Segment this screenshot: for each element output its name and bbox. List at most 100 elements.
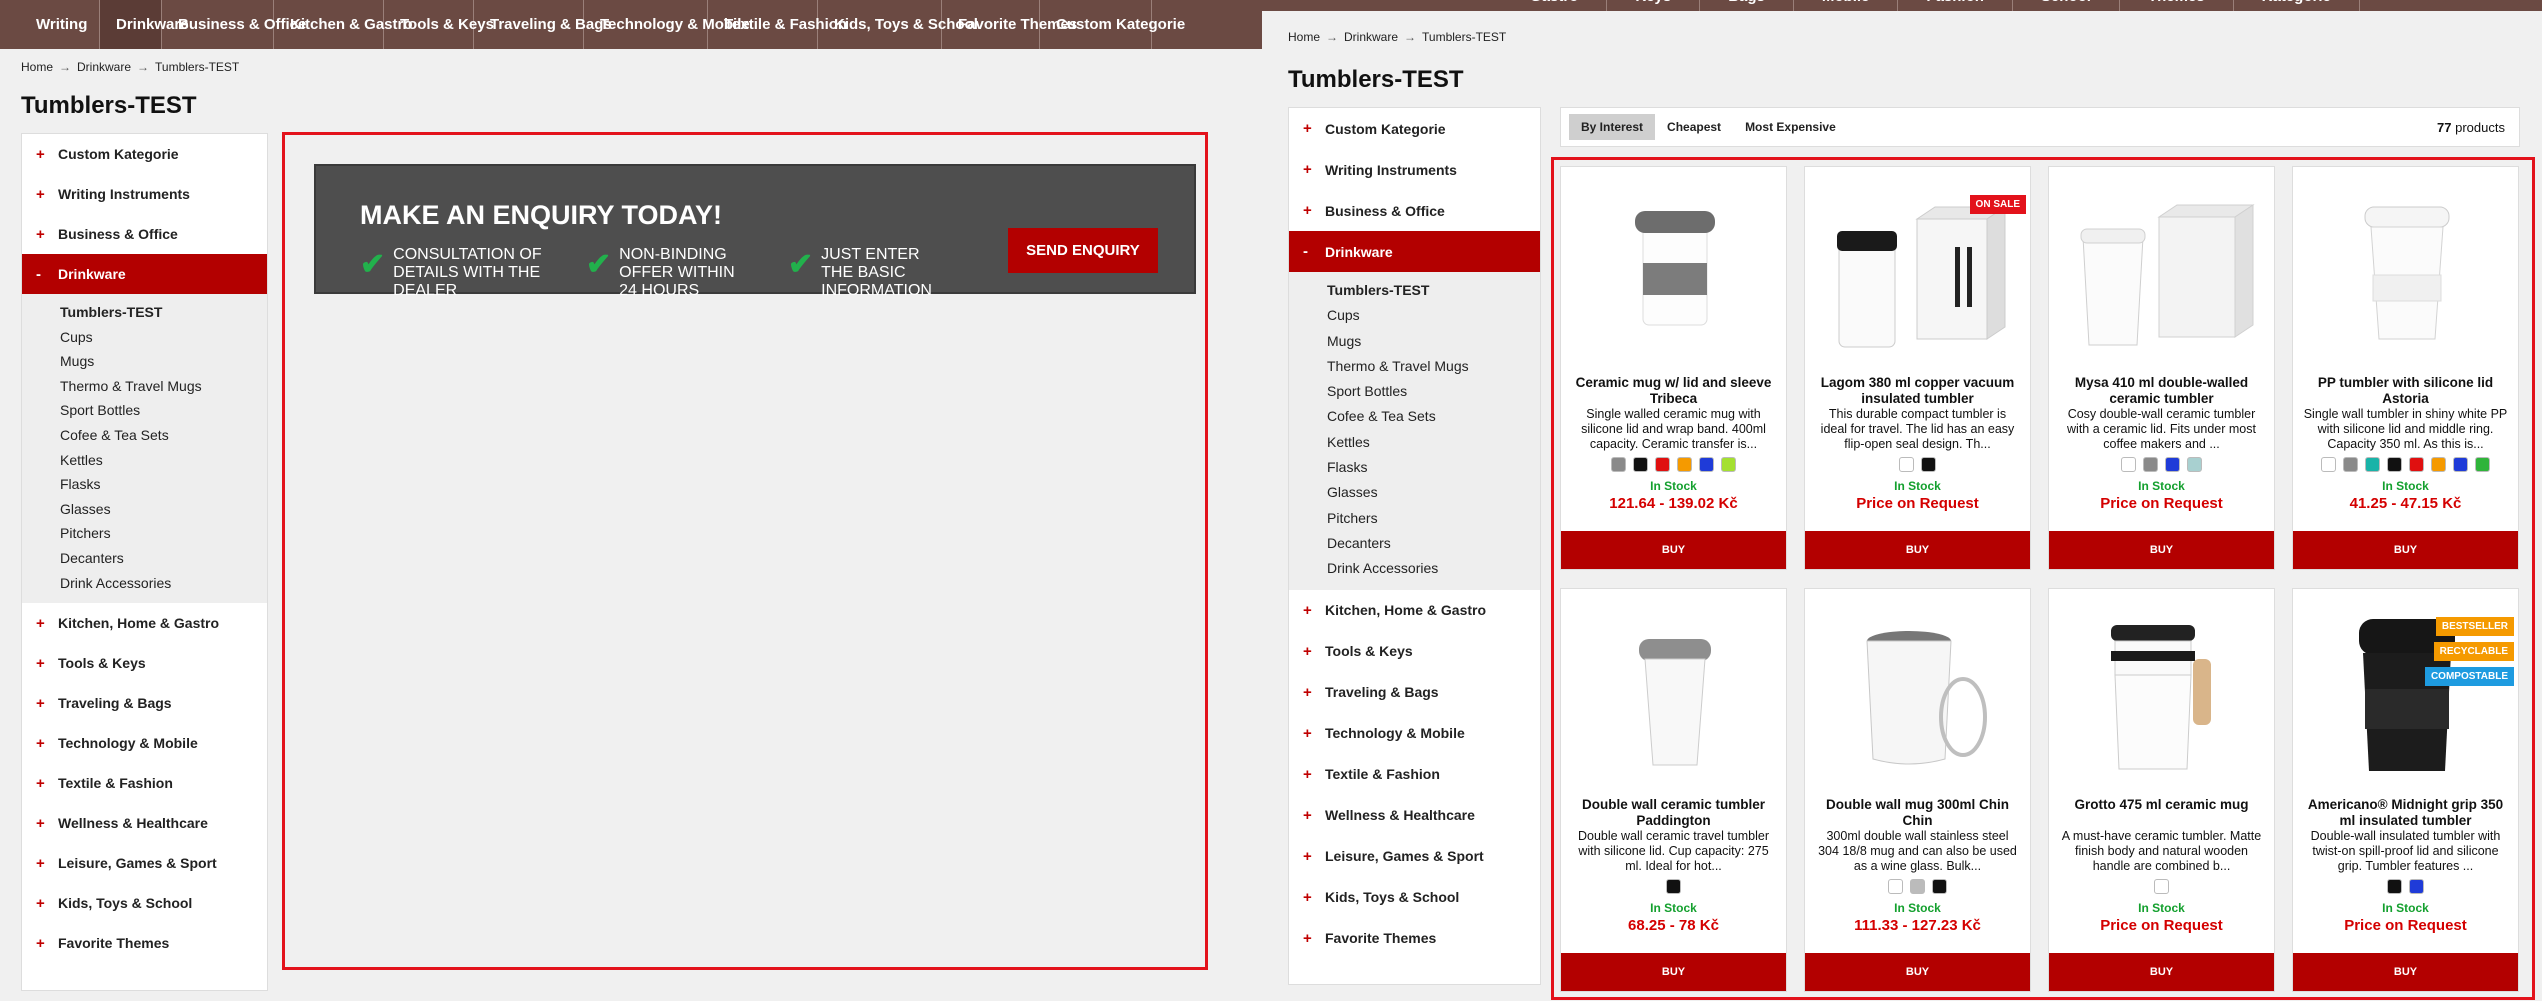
product-image[interactable]	[2049, 589, 2274, 794]
sidebar-subcategory[interactable]: Cofee & Tea Sets	[1327, 404, 1540, 429]
sort-cheapest[interactable]: Cheapest	[1655, 114, 1733, 140]
color-swatch[interactable]	[2387, 879, 2402, 894]
sidebar-category[interactable]: - Drinkware	[22, 254, 267, 294]
product-image[interactable]	[1805, 589, 2030, 794]
color-swatch[interactable]	[2387, 457, 2402, 472]
sort-most-expensive[interactable]: Most Expensive	[1733, 114, 1848, 140]
color-swatch[interactable]	[2165, 457, 2180, 472]
sidebar-category[interactable]: + Kitchen, Home & Gastro	[22, 603, 267, 643]
breadcrumb-link[interactable]: Home	[21, 60, 53, 74]
sidebar-category[interactable]: + Traveling & Bags	[22, 683, 267, 723]
nav-item[interactable]: Kategorie	[2234, 0, 2360, 11]
color-swatch[interactable]	[2154, 879, 2169, 894]
color-swatch[interactable]	[1932, 879, 1947, 894]
product-card[interactable]: Double wall ceramic tumbler Paddington Do…	[1560, 588, 1787, 992]
product-name[interactable]: Grotto 475 ml ceramic mug	[2055, 797, 2268, 813]
buy-button[interactable]: BUY	[1805, 531, 2030, 569]
color-swatch[interactable]	[1699, 457, 1714, 472]
product-card[interactable]: Ceramic mug w/ lid and sleeve Tribeca Sin…	[1560, 166, 1787, 570]
sidebar-subcategory[interactable]: Drink Accessories	[60, 571, 267, 596]
color-swatch[interactable]	[2321, 457, 2336, 472]
sidebar-category[interactable]: + Wellness & Healthcare	[1289, 795, 1540, 836]
sidebar-category[interactable]: + Writing Instruments	[1289, 149, 1540, 190]
color-swatch[interactable]	[2409, 879, 2424, 894]
nav-item[interactable]: Custom Kategorie	[1040, 0, 1185, 49]
breadcrumb-link[interactable]: Drinkware	[77, 60, 131, 74]
buy-button[interactable]: BUY	[1561, 953, 1786, 991]
sidebar-subcategory[interactable]: Tumblers-TEST	[1327, 278, 1540, 303]
sort-by-interest[interactable]: By Interest	[1569, 114, 1656, 140]
buy-button[interactable]: BUY	[2293, 953, 2518, 991]
product-card[interactable]: BESTSELLER RECYCLABLE COMPOSTABLE Americano…	[2292, 588, 2519, 992]
color-swatch[interactable]	[2343, 457, 2358, 472]
nav-item[interactable]: Kids, Toys & School	[818, 0, 978, 49]
product-name[interactable]: Double wall mug 300ml Chin Chin	[1811, 797, 2024, 829]
sidebar-category[interactable]: + Tools & Keys	[1289, 631, 1540, 672]
color-swatch[interactable]	[1666, 879, 1681, 894]
sidebar-subcategory[interactable]: Glasses	[1327, 480, 1540, 505]
sidebar-subcategory[interactable]: Drink Accessories	[1327, 556, 1540, 581]
sidebar-category[interactable]: + Custom Kategorie	[1289, 108, 1540, 149]
nav-item[interactable]: Themes	[2120, 0, 2234, 11]
sidebar-subcategory[interactable]: Pitchers	[60, 521, 267, 546]
sidebar-subcategory[interactable]: Kettles	[60, 448, 267, 473]
sidebar-category[interactable]: + Business & Office	[1289, 190, 1540, 231]
product-image[interactable]	[2049, 167, 2274, 372]
nav-item[interactable]: Favorite Themes	[942, 0, 1077, 49]
sidebar-subcategory[interactable]: Thermo & Travel Mugs	[1327, 354, 1540, 379]
sidebar-category[interactable]: + Leisure, Games & Sport	[1289, 836, 1540, 877]
nav-item[interactable]: Tools & Keys	[384, 0, 494, 49]
sidebar-category[interactable]: + Custom Kategorie	[22, 134, 267, 174]
breadcrumb-link[interactable]: Home	[1288, 30, 1320, 44]
product-card[interactable]: Grotto 475 ml ceramic mug A must-have cer…	[2048, 588, 2275, 992]
sidebar-category[interactable]: + Technology & Mobile	[1289, 713, 1540, 754]
color-swatch[interactable]	[1677, 457, 1692, 472]
product-card[interactable]: ON SALE Lagom 380 ml copper vacuum insula…	[1804, 166, 2031, 570]
sidebar-subcategory[interactable]: Cofee & Tea Sets	[60, 423, 267, 448]
nav-item[interactable]: Textile & Fashion	[708, 0, 847, 49]
sidebar-subcategory[interactable]: Kettles	[1327, 430, 1540, 455]
breadcrumb-link[interactable]: Drinkware	[1344, 30, 1398, 44]
sidebar-subcategory[interactable]: Flasks	[1327, 455, 1540, 480]
nav-item[interactable]: Bags	[1700, 0, 1794, 11]
color-swatch[interactable]	[1655, 457, 1670, 472]
color-swatch[interactable]	[1899, 457, 1914, 472]
color-swatch[interactable]	[1721, 457, 1736, 472]
nav-item[interactable]: Kitchen & Gastro	[274, 0, 413, 49]
product-name[interactable]: Ceramic mug w/ lid and sleeve Tribeca	[1567, 375, 1780, 407]
sidebar-category[interactable]: + Leisure, Games & Sport	[22, 843, 267, 883]
sidebar-subcategory[interactable]: Decanters	[60, 546, 267, 571]
product-name[interactable]: Mysa 410 ml double-walled ceramic tumble…	[2055, 375, 2268, 407]
color-swatch[interactable]	[2121, 457, 2136, 472]
sidebar-subcategory[interactable]: Cups	[60, 325, 267, 350]
nav-item[interactable]: Business & Office	[162, 0, 306, 49]
nav-item[interactable]: Writing	[20, 0, 100, 49]
nav-item[interactable]: Fashion	[1898, 0, 2013, 11]
color-swatch[interactable]	[2187, 457, 2202, 472]
color-swatch[interactable]	[2365, 457, 2380, 472]
color-swatch[interactable]	[1921, 457, 1936, 472]
sidebar-category[interactable]: + Traveling & Bags	[1289, 672, 1540, 713]
sidebar-category[interactable]: + Kitchen, Home & Gastro	[1289, 590, 1540, 631]
product-image[interactable]	[1561, 167, 1786, 372]
product-card[interactable]: PP tumbler with silicone lid Astoria Sing…	[2292, 166, 2519, 570]
product-card[interactable]: Double wall mug 300ml Chin Chin 300ml dou…	[1804, 588, 2031, 992]
color-swatch[interactable]	[2143, 457, 2158, 472]
buy-button[interactable]: BUY	[2049, 531, 2274, 569]
buy-button[interactable]: BUY	[1561, 531, 1786, 569]
buy-button[interactable]: BUY	[2049, 953, 2274, 991]
sidebar-category[interactable]: + Writing Instruments	[22, 174, 267, 214]
color-swatch[interactable]	[2453, 457, 2468, 472]
sidebar-subcategory[interactable]: Decanters	[1327, 531, 1540, 556]
sidebar-category[interactable]: + Business & Office	[22, 214, 267, 254]
sidebar-subcategory[interactable]: Mugs	[60, 349, 267, 374]
sidebar-category[interactable]: + Textile & Fashion	[22, 763, 267, 803]
nav-item[interactable]: Traveling & Bags	[474, 0, 612, 49]
buy-button[interactable]: BUY	[1805, 953, 2030, 991]
sidebar-subcategory[interactable]: Flasks	[60, 472, 267, 497]
product-image[interactable]	[1561, 589, 1786, 794]
nav-item[interactable]: Mobile	[1794, 0, 1899, 11]
send-enquiry-button[interactable]: SEND ENQUIRY	[1008, 228, 1158, 273]
product-name[interactable]: Lagom 380 ml copper vacuum insulated tum…	[1811, 375, 2024, 407]
product-name[interactable]: Double wall ceramic tumbler Paddington	[1567, 797, 1780, 829]
